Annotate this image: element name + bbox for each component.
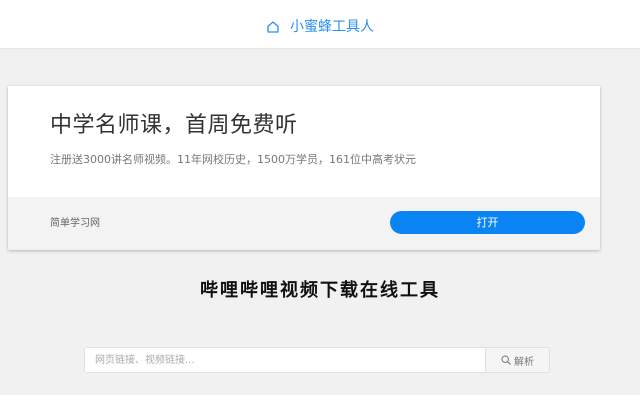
site-brand-link[interactable]: 小蜜蜂工具人 <box>0 18 640 36</box>
parse-button[interactable]: 解析 <box>485 348 549 372</box>
ad-card[interactable]: 中学名师课，首周免费听 注册送3000讲名师视频。11年网校历史，1500万学员… <box>8 86 600 250</box>
site-title: 小蜜蜂工具人 <box>290 19 374 35</box>
url-input[interactable] <box>85 348 485 372</box>
page-title: 哔哩哔哩视频下载在线工具 <box>200 280 440 301</box>
top-bar: 小蜜蜂工具人 <box>0 0 640 49</box>
open-button[interactable]: 打开 <box>390 211 585 234</box>
ad-source: 简单学习网 <box>50 218 100 229</box>
ad-title: 中学名师课，首周免费听 <box>50 113 298 138</box>
ad-description: 注册送3000讲名师视频。11年网校历史，1500万学员，161位中高考状元 <box>50 153 416 166</box>
ad-footer: 简单学习网 打开 <box>8 197 600 250</box>
parse-button-label: 解析 <box>514 356 534 368</box>
ad-content: 中学名师课，首周免费听 注册送3000讲名师视频。11年网校历史，1500万学员… <box>8 86 600 197</box>
search-icon <box>501 355 511 365</box>
home-icon <box>266 20 280 34</box>
search-bar: 解析 <box>84 347 550 373</box>
